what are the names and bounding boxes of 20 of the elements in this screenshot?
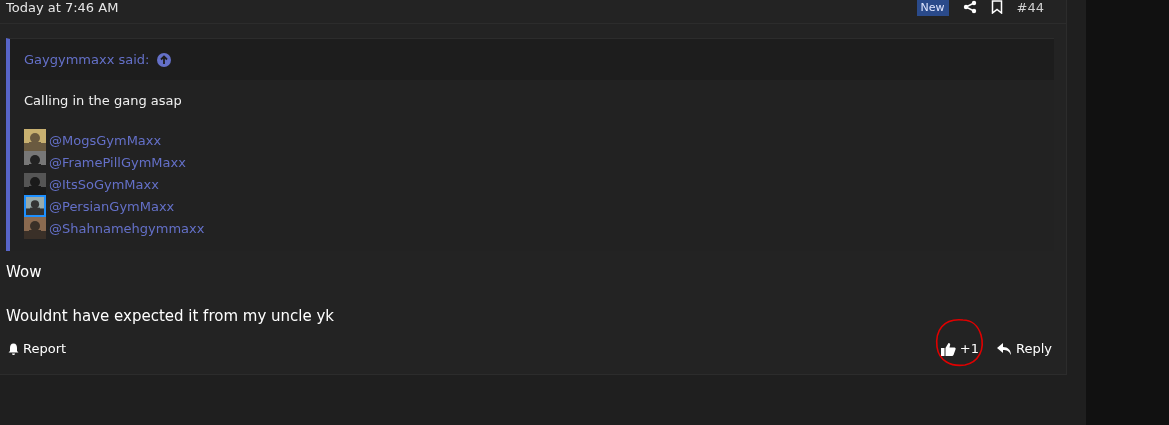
user-mention[interactable]: @PersianGymMaxx bbox=[49, 198, 175, 214]
arrow-up-icon[interactable] bbox=[157, 52, 172, 67]
quote-text: Calling in the gang asap bbox=[24, 93, 183, 108]
user-mention[interactable]: @MogsGymMaxx bbox=[49, 132, 162, 148]
post-time: Today at 7:46 AM bbox=[6, 0, 119, 15]
bell-icon bbox=[8, 342, 19, 355]
reply-arrow-icon bbox=[997, 342, 1012, 355]
thumbs-up-icon bbox=[940, 341, 956, 356]
post-text: Wouldnt have expected it from my uncle yk bbox=[6, 307, 336, 325]
post-number[interactable]: #44 bbox=[1016, 0, 1044, 15]
user-mention[interactable]: @Shahnamehgymmaxx bbox=[49, 220, 205, 236]
user-mention[interactable]: @FramePillGymMaxx bbox=[49, 154, 186, 170]
new-badge: New bbox=[916, 0, 949, 16]
reply-button[interactable]: Reply bbox=[997, 341, 1052, 356]
user-mention[interactable]: @ItsSoGymMaxx bbox=[49, 176, 159, 192]
share-icon[interactable] bbox=[962, 0, 977, 14]
report-button[interactable]: Report bbox=[8, 341, 67, 356]
bookmark-icon[interactable] bbox=[990, 0, 1003, 14]
quote-author[interactable]: Gaygymmaxx said: bbox=[24, 52, 150, 67]
post-text: Wow bbox=[6, 263, 43, 281]
